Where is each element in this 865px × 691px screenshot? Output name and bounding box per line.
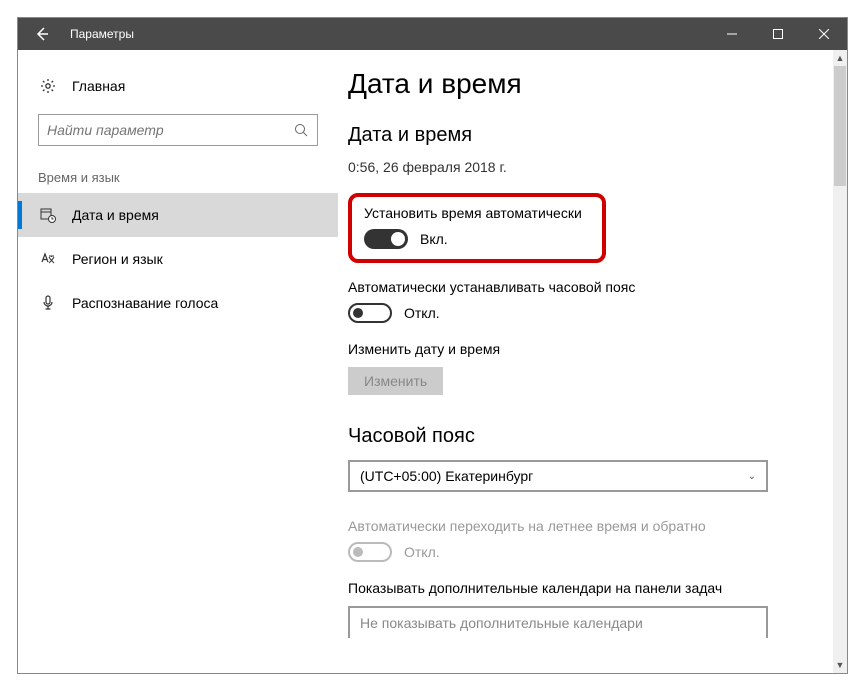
- sidebar-item-label: Дата и время: [72, 207, 159, 223]
- maximize-icon: [773, 29, 783, 39]
- highlight-annotation: Установить время автоматически Вкл.: [348, 193, 606, 263]
- change-datetime-label: Изменить дату и время: [348, 341, 817, 357]
- titlebar: Параметры: [18, 18, 847, 50]
- auto-tz-label: Автоматически устанавливать часовой пояс: [348, 279, 817, 295]
- sidebar-category: Время и язык: [18, 146, 338, 193]
- change-button: Изменить: [348, 367, 443, 395]
- toggle-knob: [353, 308, 363, 318]
- arrow-left-icon: [34, 26, 50, 42]
- current-datetime: 0:56, 26 февраля 2018 г.: [348, 159, 817, 175]
- minimize-icon: [727, 29, 737, 39]
- timezone-selected: (UTC+05:00) Екатеринбург: [360, 468, 533, 484]
- content-area: Дата и время Дата и время 0:56, 26 февра…: [338, 50, 847, 673]
- sidebar-item-label: Регион и язык: [72, 251, 163, 267]
- sidebar-item-label: Распознавание голоса: [72, 295, 218, 311]
- language-icon: [38, 251, 58, 267]
- home-label: Главная: [72, 78, 125, 94]
- scrollbar[interactable]: ▲ ▼: [833, 50, 847, 673]
- gear-icon: [38, 78, 58, 94]
- auto-tz-state: Откл.: [404, 305, 440, 321]
- back-button[interactable]: [18, 18, 66, 50]
- search-icon: [293, 123, 309, 137]
- auto-tz-toggle[interactable]: [348, 303, 392, 323]
- scroll-thumb[interactable]: [834, 66, 846, 186]
- chevron-down-icon: ⌄: [748, 471, 756, 482]
- toggle-knob: [391, 232, 405, 246]
- search-box[interactable]: [38, 114, 318, 146]
- calendar-clock-icon: [38, 207, 58, 223]
- extra-calendars-select[interactable]: Не показывать дополнительные календари: [348, 606, 768, 638]
- dst-label: Автоматически переходить на летнее время…: [348, 518, 817, 534]
- timezone-title: Часовой пояс: [348, 425, 817, 448]
- minimize-button[interactable]: [709, 18, 755, 50]
- home-link[interactable]: Главная: [18, 68, 338, 104]
- sidebar-item-date-time[interactable]: Дата и время: [18, 193, 338, 237]
- auto-time-toggle[interactable]: [364, 229, 408, 249]
- timezone-select[interactable]: (UTC+05:00) Екатеринбург ⌄: [348, 460, 768, 492]
- scroll-up-icon[interactable]: ▲: [833, 50, 847, 66]
- page-title: Дата и время: [348, 68, 817, 100]
- auto-time-label: Установить время автоматически: [364, 205, 582, 221]
- dst-state: Откл.: [404, 544, 440, 560]
- extra-calendars-selected: Не показывать дополнительные календари: [360, 615, 643, 631]
- window-title: Параметры: [66, 27, 709, 41]
- close-icon: [819, 29, 829, 39]
- microphone-icon: [38, 295, 58, 311]
- extra-calendars-label: Показывать дополнительные календари на п…: [348, 580, 817, 596]
- search-input[interactable]: [47, 122, 293, 138]
- close-button[interactable]: [801, 18, 847, 50]
- sidebar-item-region-language[interactable]: Регион и язык: [18, 237, 338, 281]
- auto-time-state: Вкл.: [420, 231, 448, 247]
- sidebar: Главная Время и язык Дата и время: [18, 50, 338, 673]
- dst-toggle: [348, 542, 392, 562]
- sidebar-item-speech[interactable]: Распознавание голоса: [18, 281, 338, 325]
- toggle-knob: [353, 547, 363, 557]
- scroll-down-icon[interactable]: ▼: [833, 657, 847, 673]
- maximize-button[interactable]: [755, 18, 801, 50]
- section-title: Дата и время: [348, 124, 817, 147]
